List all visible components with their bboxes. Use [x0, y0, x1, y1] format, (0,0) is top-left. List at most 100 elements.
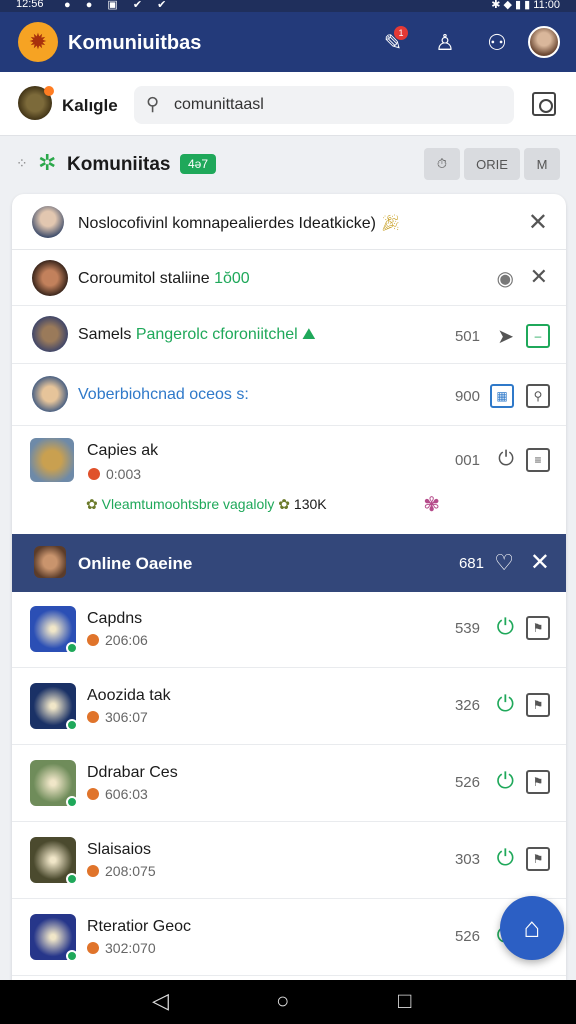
status-clock: 11:00 [533, 0, 560, 11]
status-signal-icons: ✱ ◆ ▮ ▮ [491, 0, 531, 11]
flower-icon: ✾ [423, 494, 440, 516]
status-system-icons: ✱ ◆ ▮ ▮ 11:00 [491, 0, 560, 11]
search-member-icon[interactable]: ⚲ [526, 384, 550, 408]
search-bar: Kalıgle ⚲ [0, 72, 576, 136]
community-avatar [32, 316, 68, 352]
game-name: Rteratior Geoc [87, 918, 192, 935]
game-row[interactable]: Aoozida tak 306:07 326 ⏻ ⚑ [12, 669, 566, 745]
member-count-badge: 4ə7 [180, 154, 217, 174]
drag-handle-icon[interactable]: ⁘ [16, 155, 28, 172]
status-bar: 12:56 ● ● ▣ ✔ ✔ ✱ ◆ ▮ ▮ 11:00 [0, 0, 576, 12]
back-icon[interactable]: ◁ [152, 988, 169, 1014]
notification-badge: 1 [394, 26, 408, 40]
avatar[interactable] [528, 26, 560, 58]
filter-button[interactable]: M [524, 148, 560, 180]
recents-icon[interactable]: □ [398, 988, 411, 1014]
game-time: 206:06 [87, 632, 148, 648]
close-icon[interactable]: ✕ [530, 548, 550, 577]
clipboard-icon[interactable]: ≡ [526, 448, 550, 472]
status-time: 12:56 [16, 0, 44, 10]
game-row[interactable]: Rteratior Geoc302:070526⏻⚑ [12, 900, 566, 976]
flag-icon[interactable]: ⚑ [526, 847, 550, 871]
search-icon: ⚲ [146, 94, 160, 114]
notice-row[interactable]: Noslocofivinl komnapealierdes Ideatkicke… [12, 194, 566, 250]
friends-icon[interactable]: ⚇ [482, 28, 512, 58]
community-name: Capies ak [87, 442, 159, 459]
community-count: 900 [454, 388, 480, 405]
sort-button[interactable]: ORIE [464, 148, 520, 180]
search-input[interactable] [174, 94, 494, 116]
power-icon[interactable]: ⏻ [498, 448, 514, 471]
game-row[interactable]: Slaisaios 208:075 303 ⏻ ⚑ [12, 823, 566, 899]
flag-icon[interactable]: ⚑ [526, 693, 550, 717]
online-status-dot [66, 719, 78, 731]
list-item[interactable]: Coroumitol staliine 1ŏ00 ◉ ✕ [12, 250, 566, 306]
game-time: 606:03 [87, 786, 148, 802]
community-avatar [32, 260, 68, 296]
list-item[interactable]: Capies ak 0:003 001 ⏻ ≡ ✿ Vleamtumoohtsb… [12, 426, 566, 534]
community-name: Coroumitol staliine 1ŏ00 [78, 270, 250, 287]
notice-avatar [32, 206, 64, 238]
game-player-count: 526 [454, 928, 480, 945]
online-status-dot [66, 796, 78, 808]
close-icon[interactable]: ✕ [528, 208, 548, 237]
community-name: Voberbiohcnad oceos s: [78, 386, 249, 403]
game-row[interactable]: Ddrabar Ces 606:03 526 ⏻ ⚑ [12, 746, 566, 822]
notice-label: Noslocofivinl komnapealierdes Ideatkicke… [78, 215, 376, 232]
join-button[interactable]: – [526, 324, 550, 348]
trophy-icon: ✿ [278, 496, 291, 512]
community-card: Noslocofivinl komnapealierdes Ideatkicke… [12, 194, 566, 984]
game-name: Ddrabar Ces [87, 764, 178, 781]
heart-icon[interactable]: ♡ [494, 550, 514, 576]
community-count: 501 [454, 328, 480, 345]
app-bar: ✹ Komuniuitbas ✎ 1 ♙ ⚇ [0, 12, 576, 72]
power-icon[interactable]: ⏻ [497, 845, 514, 871]
calendar-icon[interactable]: ▦ [490, 384, 514, 408]
community-avatar [32, 376, 68, 412]
game-time: 306:07 [87, 709, 148, 725]
community-timer: 0:003 [88, 466, 141, 482]
flag-icon[interactable]: ⚑ [526, 770, 550, 794]
community-count: 001 [454, 452, 480, 469]
game-player-count: 303 [454, 851, 480, 868]
chat-icon[interactable]: ◉ [497, 266, 514, 291]
user-status-dot [44, 86, 54, 96]
timer-button[interactable]: ⏱ [424, 148, 460, 180]
timer-icon: ⏱ [436, 156, 448, 171]
online-status-dot [66, 642, 78, 654]
power-icon[interactable]: ⏻ [497, 614, 514, 640]
power-icon[interactable]: ⏻ [497, 691, 514, 717]
home-nav-icon[interactable]: ○ [276, 988, 289, 1014]
online-status-dot [66, 873, 78, 885]
status-notification-icons: ● ● ▣ ✔ ✔ [64, 0, 173, 11]
home-icon: ⌂ [523, 912, 541, 943]
power-icon[interactable]: ⏻ [497, 768, 514, 794]
game-name: Capdns [87, 610, 143, 627]
community-leaf-icon: ✲ [38, 150, 57, 175]
section-title: Komuniitas [67, 154, 171, 175]
profile-icon[interactable]: ♙ [430, 28, 460, 58]
community-activity: ✿ Vleamtumoohtsbre vagaloly ✿ 130K [86, 496, 327, 512]
list-item[interactable]: Samels Pangerolc cforoniitchel ⛰︎ 501 ➤ … [12, 306, 566, 364]
game-row[interactable]: Capdns 206:06 539 ⏻ ⚑ [12, 592, 566, 668]
online-count: 681 [458, 555, 484, 572]
home-fab-button[interactable]: ⌂ [500, 896, 564, 960]
online-title: Online Oaeine [78, 554, 193, 573]
list-item[interactable]: Voberbiohcnad oceos s: 900 ▦ ⚲ [12, 364, 566, 426]
game-time: 302:070 [87, 940, 156, 956]
close-icon[interactable]: ✕ [530, 264, 548, 290]
flag-icon[interactable]: ⚑ [526, 616, 550, 640]
game-player-count: 539 [454, 620, 480, 637]
community-name: Samels Pangerolc cforoniitchel ⛰︎ [78, 326, 316, 343]
mountain-icon: ⛰︎ [302, 326, 316, 343]
scan-icon[interactable] [532, 92, 556, 116]
online-avatar [34, 546, 66, 578]
game-name: Slaisaios [87, 841, 152, 858]
online-section-header[interactable]: Online Oaeine 681 ♡ ✕ [12, 534, 566, 592]
search-box[interactable]: ⚲ [134, 86, 514, 124]
game-name: Aoozida tak [87, 687, 171, 704]
send-icon[interactable]: ➤ [497, 324, 514, 349]
community-section-header: ⁘ ✲ Komuniitas 4ə7 ⏱ ORIE M [0, 138, 576, 188]
online-status-dot [66, 950, 78, 962]
app-logo-icon: ✹ [18, 22, 58, 62]
